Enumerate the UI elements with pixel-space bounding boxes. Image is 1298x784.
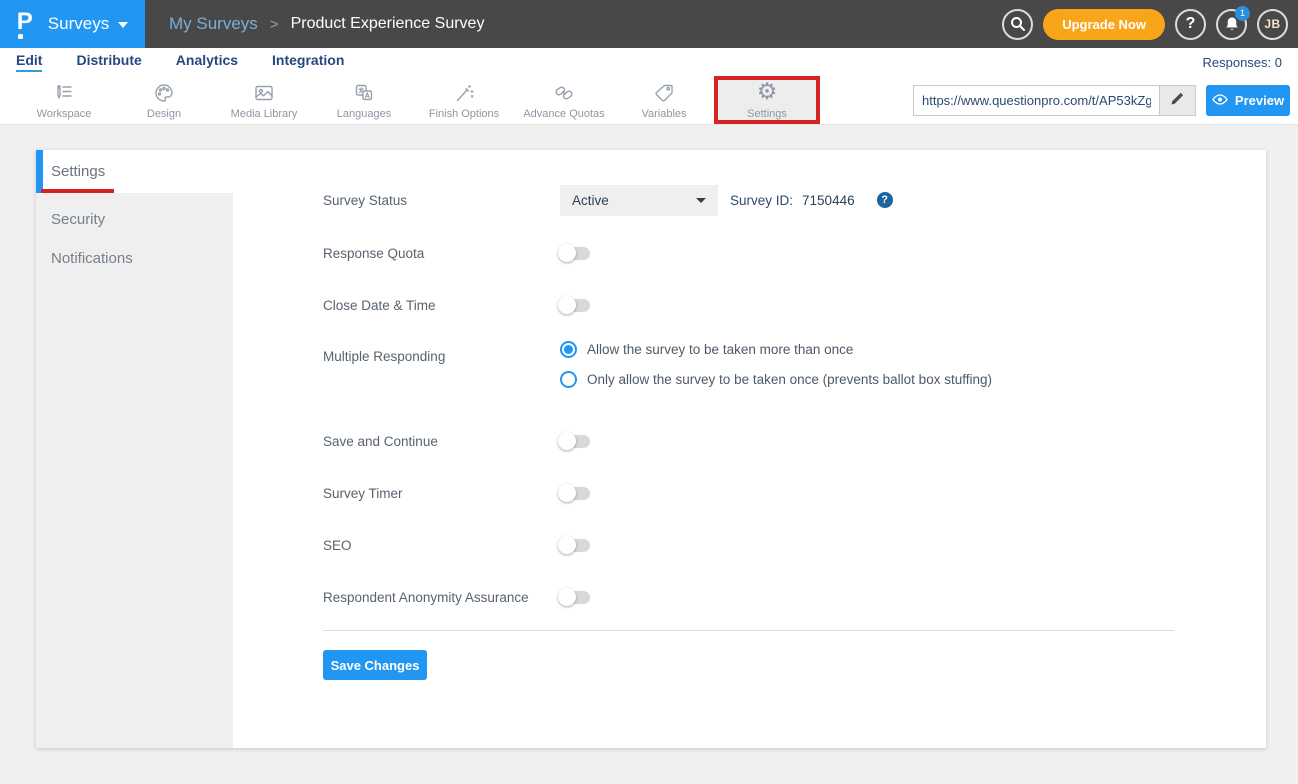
- variables-icon: [652, 81, 676, 105]
- radio-unselected-icon: [560, 371, 577, 388]
- breadcrumb-my-surveys[interactable]: My Surveys: [169, 14, 258, 34]
- page-title: Product Experience Survey: [291, 15, 485, 33]
- settings-gear-icon: ⚙: [757, 81, 778, 105]
- responses-count[interactable]: Responses: 0: [1203, 55, 1283, 70]
- close-date-toggle[interactable]: [560, 299, 590, 312]
- survey-timer-label: Survey Timer: [323, 486, 560, 501]
- help-button[interactable]: ?: [1175, 9, 1206, 40]
- radio-option-allow-multiple[interactable]: Allow the survey to be taken more than o…: [560, 341, 992, 358]
- save-continue-toggle[interactable]: [560, 435, 590, 448]
- save-continue-label: Save and Continue: [323, 434, 560, 449]
- pencil-icon: [1170, 91, 1185, 111]
- search-button[interactable]: [1002, 9, 1033, 40]
- radio-option-only-once[interactable]: Only allow the survey to be taken once (…: [560, 371, 992, 388]
- settings-sidebar: Settings Security Notifications: [36, 150, 233, 748]
- tab-integration[interactable]: Integration: [272, 52, 344, 72]
- anonymity-row: Respondent Anonymity Assurance: [323, 581, 579, 613]
- survey-nav-tabs: Edit Distribute Analytics Integration: [16, 52, 344, 72]
- toolbar-item-advance-quotas[interactable]: Advance Quotas: [514, 76, 614, 124]
- sidebar-item-security[interactable]: Security: [36, 200, 233, 239]
- toolbar-item-media-library[interactable]: Media Library: [214, 76, 314, 124]
- toolbar-item-design[interactable]: Design: [114, 76, 214, 124]
- toolbar-item-workspace[interactable]: Workspace: [14, 76, 114, 124]
- survey-nav: Edit Distribute Analytics Integration Re…: [0, 48, 1298, 76]
- settings-panel: Settings Security Notifications Survey S…: [36, 150, 1266, 748]
- product-name: Surveys: [48, 14, 109, 34]
- close-date-row: Close Date & Time: [323, 289, 590, 321]
- notifications-button[interactable]: 1: [1216, 9, 1247, 40]
- anonymity-toggle[interactable]: [560, 591, 590, 604]
- question-mark-icon: ?: [1186, 15, 1196, 33]
- radio-selected-icon: [560, 341, 577, 358]
- multiple-responding-label: Multiple Responding: [323, 349, 560, 364]
- sidebar-item-notifications[interactable]: Notifications: [36, 239, 233, 278]
- user-avatar[interactable]: JB: [1257, 9, 1288, 40]
- multiple-responding-row: Multiple Responding Allow the survey to …: [323, 341, 992, 373]
- languages-icon: [352, 81, 376, 105]
- design-icon: [152, 81, 176, 105]
- share-url-input[interactable]: [914, 86, 1159, 115]
- chevron-down-icon: [118, 22, 128, 28]
- seo-toggle[interactable]: [560, 539, 590, 552]
- seo-label: SEO: [323, 538, 560, 553]
- response-quota-row: Response Quota: [323, 237, 590, 269]
- survey-status-select[interactable]: Active: [560, 185, 718, 216]
- survey-id-help-icon[interactable]: ?: [877, 192, 893, 208]
- response-quota-toggle[interactable]: [560, 247, 590, 260]
- multiple-responding-options: Allow the survey to be taken more than o…: [560, 341, 992, 388]
- toolbar-item-settings[interactable]: ⚙ Settings: [714, 76, 820, 124]
- tab-edit[interactable]: Edit: [16, 52, 42, 72]
- top-bar: P Surveys My Surveys > Product Experienc…: [0, 0, 1298, 48]
- notification-count-badge: 1: [1235, 6, 1250, 21]
- avatar-initials: JB: [1264, 17, 1280, 31]
- survey-status-row: Survey Status Active Survey ID: 7150446 …: [323, 184, 893, 216]
- eye-icon: [1212, 93, 1228, 108]
- save-changes-button[interactable]: Save Changes: [323, 650, 427, 680]
- survey-id-label: Survey ID:: [730, 193, 793, 208]
- search-icon: [1010, 16, 1026, 32]
- survey-timer-row: Survey Timer: [323, 477, 590, 509]
- preview-button[interactable]: Preview: [1206, 85, 1290, 116]
- chevron-down-icon: [696, 198, 706, 203]
- toolbar-item-finish-options[interactable]: Finish Options: [414, 76, 514, 124]
- app-logo-surveys-menu[interactable]: P Surveys: [0, 0, 145, 48]
- close-date-label: Close Date & Time: [323, 298, 560, 313]
- breadcrumb-separator-icon: >: [270, 16, 279, 33]
- anonymity-label: Respondent Anonymity Assurance: [323, 590, 529, 605]
- sidebar-list: Security Notifications: [36, 193, 233, 748]
- finish-options-icon: [452, 81, 476, 105]
- tab-distribute[interactable]: Distribute: [76, 52, 141, 72]
- toolbar-item-variables[interactable]: Variables: [614, 76, 714, 124]
- sidebar-item-settings[interactable]: Settings: [36, 150, 233, 193]
- toolbar-item-languages[interactable]: Languages: [314, 76, 414, 124]
- edit-url-button[interactable]: [1159, 86, 1195, 115]
- breadcrumb: My Surveys > Product Experience Survey: [169, 14, 484, 34]
- workspace-icon: [52, 81, 76, 105]
- advance-quotas-icon: [552, 81, 576, 105]
- survey-status-label: Survey Status: [323, 193, 560, 208]
- share-url-field: [913, 85, 1196, 116]
- survey-timer-toggle[interactable]: [560, 487, 590, 500]
- section-divider: [323, 630, 1174, 631]
- edit-toolbar: Workspace Design Media Library Languages…: [0, 76, 1298, 125]
- upgrade-now-button[interactable]: Upgrade Now: [1043, 9, 1165, 40]
- topbar-actions: Upgrade Now ? 1 JB: [1002, 9, 1298, 40]
- seo-row: SEO: [323, 529, 590, 561]
- save-continue-row: Save and Continue: [323, 425, 590, 457]
- survey-id-value: 7150446: [802, 193, 855, 208]
- media-library-icon: [252, 81, 276, 105]
- questionpro-logo-icon: P: [17, 11, 39, 37]
- response-quota-label: Response Quota: [323, 246, 560, 261]
- tab-analytics[interactable]: Analytics: [176, 52, 238, 72]
